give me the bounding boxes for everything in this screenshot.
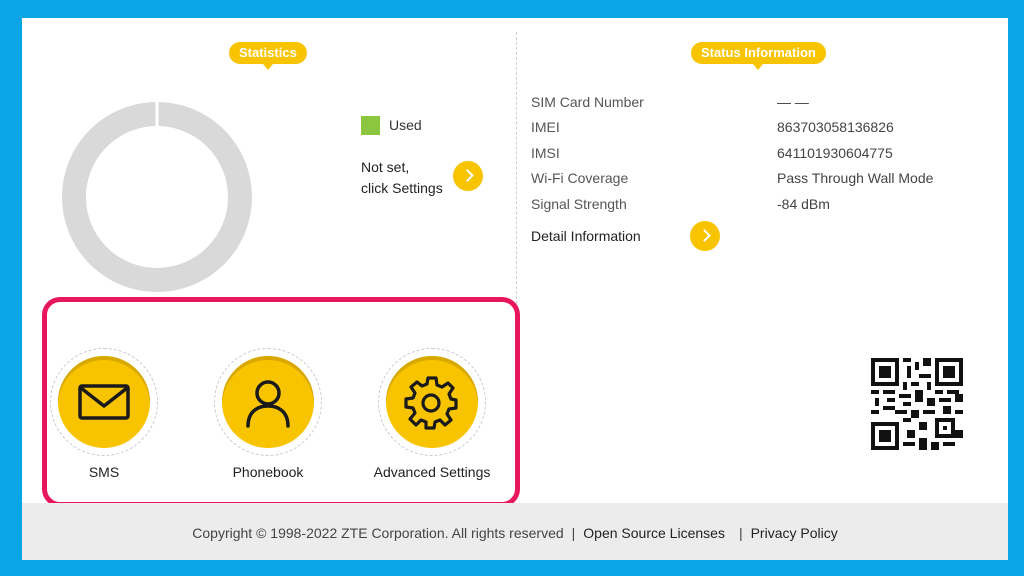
sms-shortcut-button[interactable]: SMS: [34, 348, 174, 488]
advanced-settings-shortcut-button[interactable]: Advanced Settings: [362, 348, 502, 488]
shortcut-disc: [58, 356, 150, 448]
status-row: IMEI 863703058136826: [531, 119, 971, 139]
statistics-title: Statistics: [229, 42, 307, 70]
status-key: IMEI: [531, 119, 560, 135]
not-set-line-1: Not set,: [361, 159, 410, 175]
footer-separator: |: [738, 525, 743, 541]
sms-label: SMS: [88, 464, 120, 480]
not-set-text: Not set, click Settings: [361, 157, 443, 199]
footer: Copyright © 1998-2022 ZTE Corporation. A…: [22, 503, 1008, 560]
used-legend-swatch: [361, 116, 380, 135]
usage-ring: [62, 102, 252, 292]
status-key: Wi-Fi Coverage: [531, 170, 629, 186]
phonebook-shortcut-button[interactable]: Phonebook: [198, 348, 338, 488]
column-divider: [516, 32, 517, 304]
status-row: Signal Strength -84 dBm: [531, 196, 971, 216]
not-set-line-2: click Settings: [361, 180, 443, 196]
status-key: Signal Strength: [531, 196, 627, 212]
detail-information-label[interactable]: Detail Information: [531, 228, 641, 244]
status-value: — —: [777, 94, 809, 110]
open-source-licenses-link[interactable]: Open Source Licenses: [583, 525, 725, 541]
main-panel: Statistics Used Not set, click Settings …: [22, 18, 1008, 560]
user-icon: [246, 380, 290, 428]
status-value: -84 dBm: [777, 196, 830, 212]
status-value: 863703058136826: [777, 119, 894, 135]
status-row: IMSI 641101930604775: [531, 145, 971, 165]
gear-icon: [404, 376, 458, 430]
detail-information-arrow-button[interactable]: [690, 221, 720, 251]
status-value: Pass Through Wall Mode: [777, 170, 934, 186]
shortcut-disc: [222, 356, 314, 448]
privacy-policy-link[interactable]: Privacy Policy: [751, 525, 838, 541]
qr-code: [871, 358, 963, 450]
status-key: IMSI: [531, 145, 560, 161]
usage-donut-chart: [62, 102, 252, 292]
status-key: SIM Card Number: [531, 94, 644, 110]
used-legend-label: Used: [389, 117, 422, 133]
copyright-text: Copyright © 1998-2022 ZTE Corporation. A…: [192, 525, 564, 541]
phonebook-label: Phonebook: [232, 464, 304, 480]
status-information-title: Status Information: [691, 42, 826, 70]
status-value: 641101930604775: [777, 145, 893, 161]
status-row: Wi-Fi Coverage Pass Through Wall Mode: [531, 170, 971, 190]
settings-arrow-button[interactable]: [453, 161, 483, 191]
footer-separator: |: [571, 525, 576, 541]
shortcut-disc: [386, 356, 478, 448]
advanced-settings-label: Advanced Settings: [373, 464, 491, 480]
status-row: SIM Card Number — —: [531, 94, 971, 114]
envelope-icon: [78, 384, 130, 420]
